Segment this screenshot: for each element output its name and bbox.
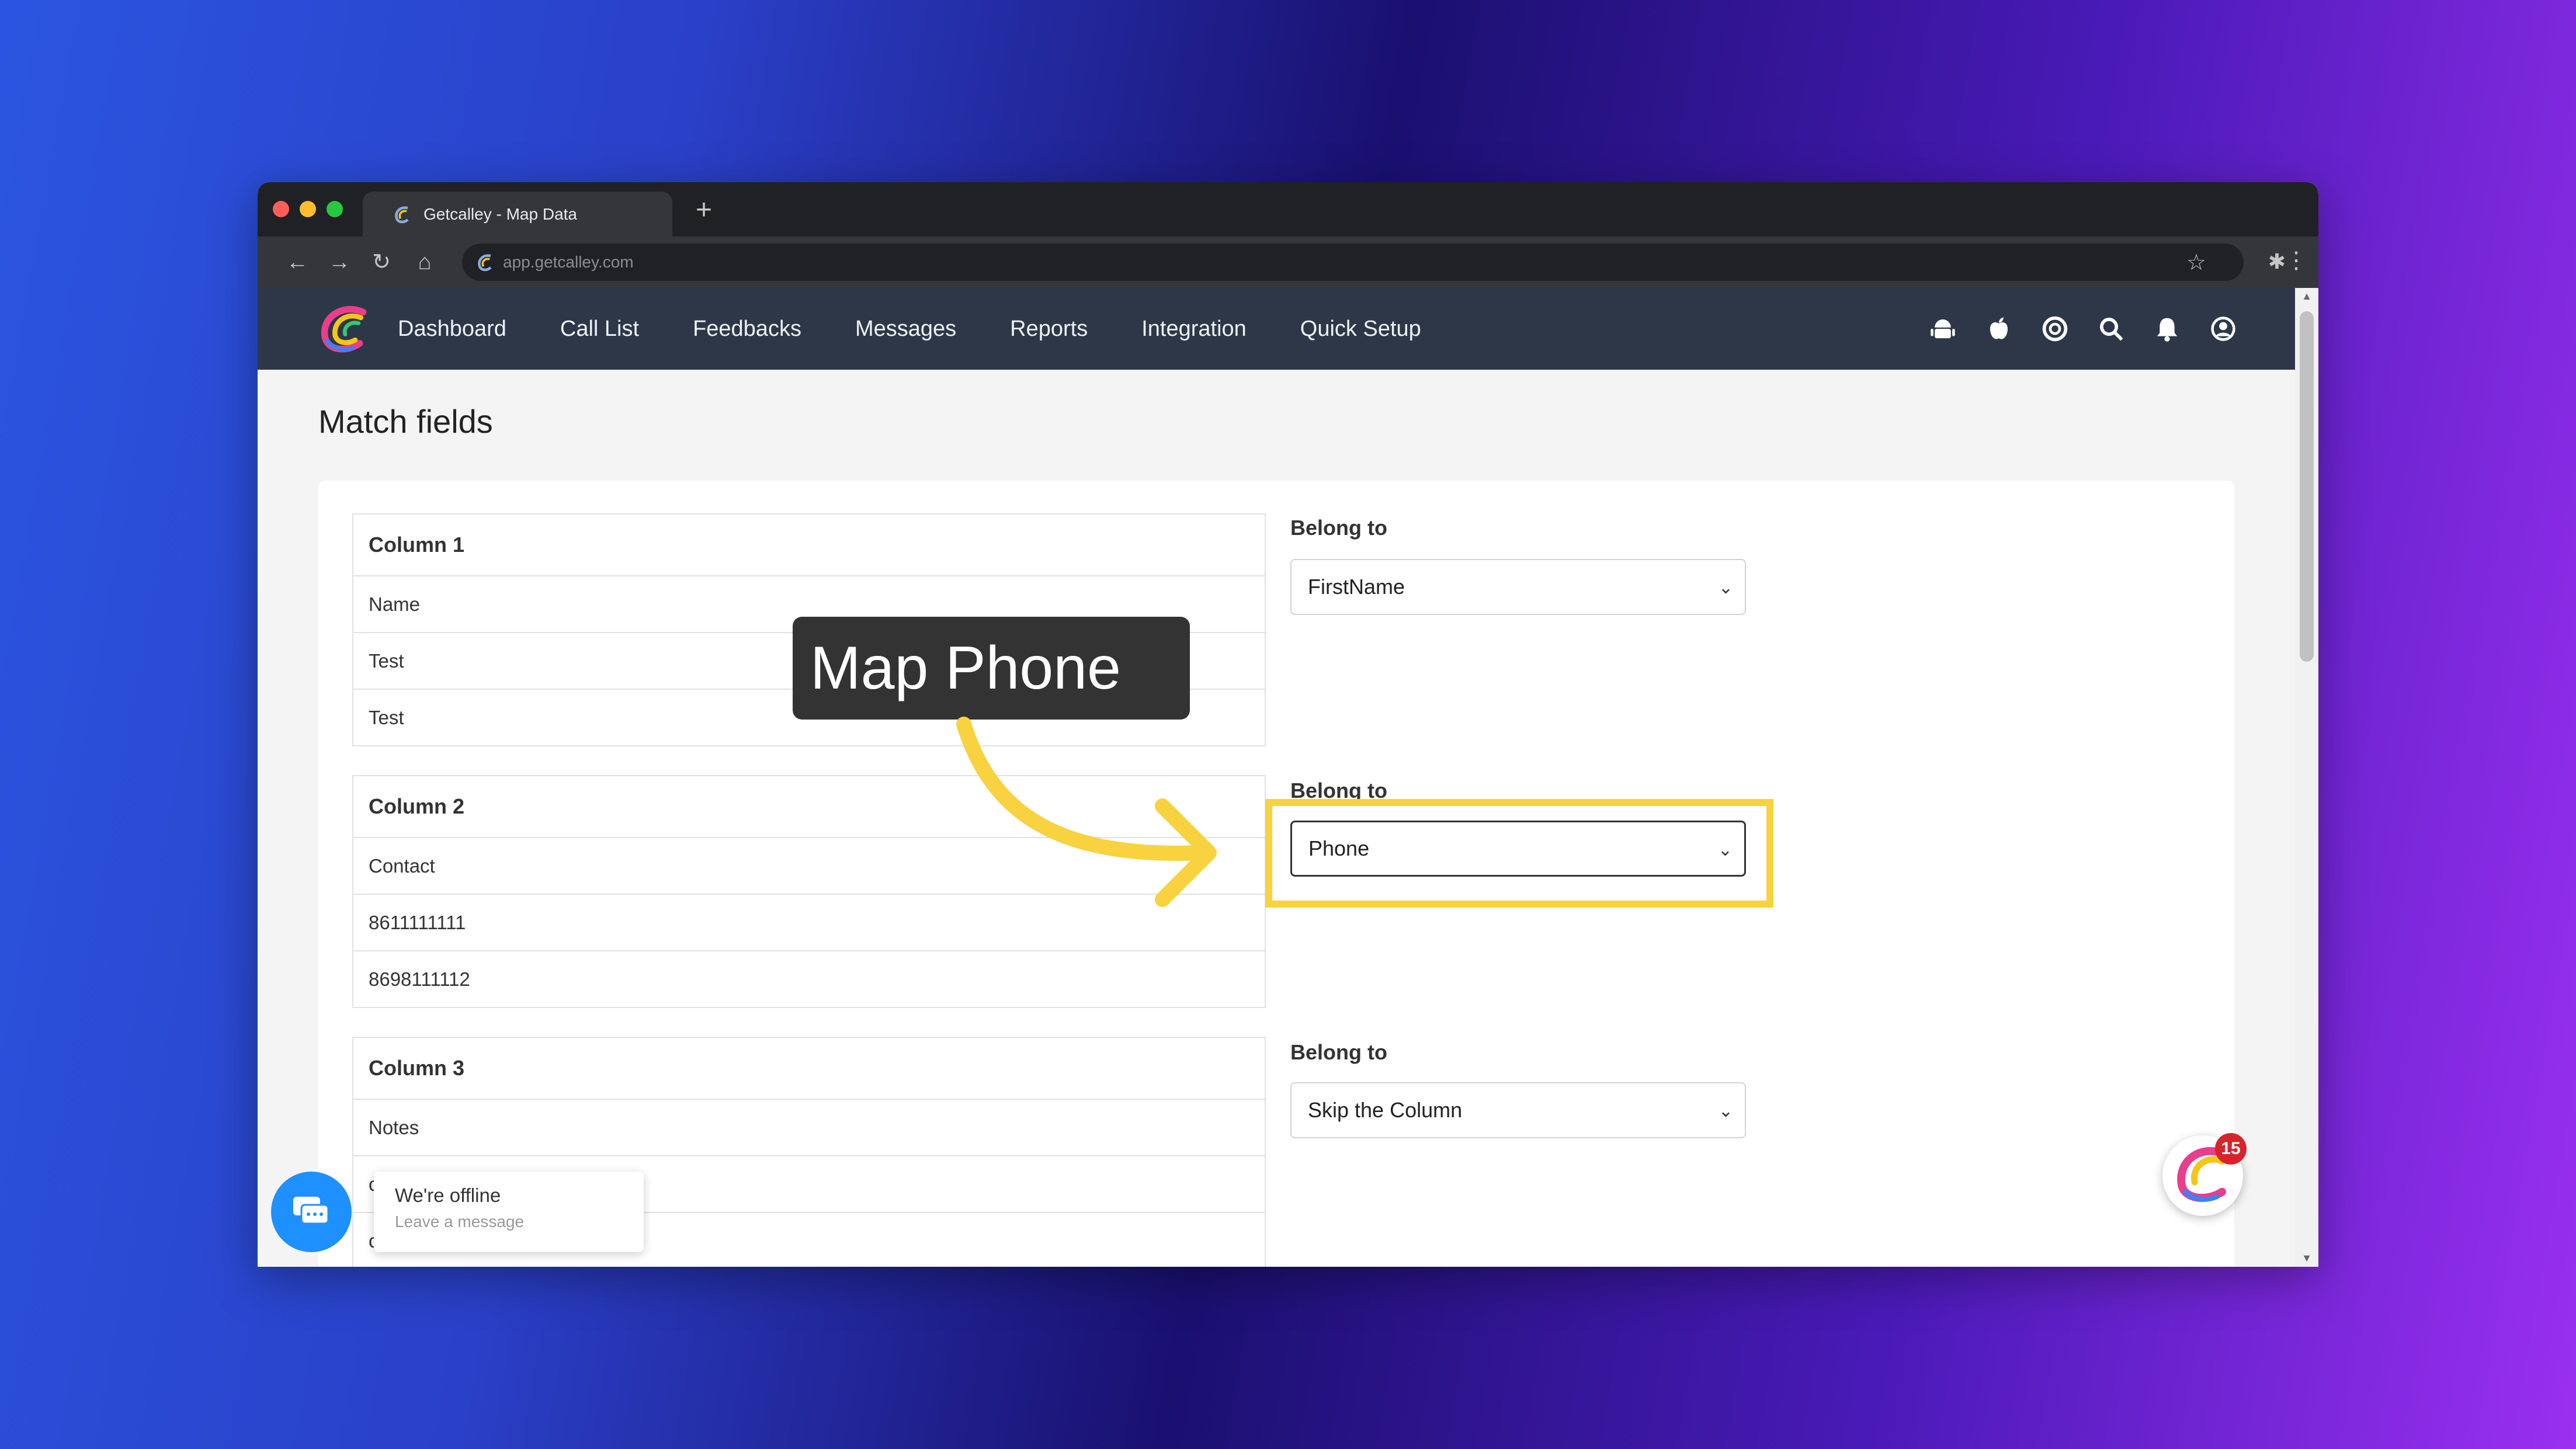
- nav-integration[interactable]: Integration: [1115, 317, 1273, 342]
- chat-bubble-icon: [293, 1197, 329, 1225]
- close-window-button[interactable]: [273, 201, 289, 217]
- chat-status-subtitle: Leave a message: [395, 1212, 525, 1231]
- scroll-down-icon[interactable]: ▼: [2301, 1252, 2313, 1264]
- android-icon[interactable]: [1929, 315, 1956, 342]
- forward-arrow-icon[interactable]: →: [327, 249, 352, 275]
- search-icon[interactable]: [2098, 315, 2124, 342]
- minimize-window-button[interactable]: [300, 201, 316, 217]
- tab-title: Getcalley - Map Data: [423, 204, 577, 223]
- column-cell: 8698111112: [353, 950, 1265, 1007]
- nav-dashboard[interactable]: Dashboard: [398, 317, 533, 342]
- nav-reports[interactable]: Reports: [983, 317, 1115, 342]
- nav-feedbacks[interactable]: Feedbacks: [666, 317, 828, 342]
- browser-toolbar: ← → ↻ ⌂ app.getcalley.com ☆ ✱ ⋮: [258, 237, 2318, 288]
- brand-logo[interactable]: [316, 304, 372, 355]
- selected-value: Skip the Column: [1308, 1098, 1463, 1122]
- site-favicon-icon: [478, 254, 492, 272]
- highlight-box: [1265, 799, 1773, 908]
- app-page: Dashboard Call List Feedbacks Messages R…: [258, 288, 2295, 1267]
- bookmark-star-icon[interactable]: ☆: [2186, 249, 2206, 276]
- chat-status-title: We're offline: [395, 1184, 501, 1206]
- nav-quick-setup[interactable]: Quick Setup: [1273, 317, 1448, 342]
- browser-menu-icon[interactable]: ⋮: [2285, 247, 2308, 274]
- app-navbar: Dashboard Call List Feedbacks Messages R…: [258, 288, 2295, 370]
- address-bar[interactable]: app.getcalley.com ☆: [462, 244, 2244, 281]
- tab-bar: Getcalley - Map Data +: [258, 182, 2318, 237]
- nav-messages[interactable]: Messages: [828, 317, 983, 342]
- home-icon[interactable]: ⌂: [412, 249, 438, 275]
- user-account-icon[interactable]: [2210, 315, 2237, 342]
- notification-count-badge: 15: [2215, 1133, 2247, 1165]
- chat-button[interactable]: [271, 1172, 352, 1252]
- selected-value: FirstName: [1308, 575, 1405, 599]
- curved-arrow-icon: [956, 717, 1217, 907]
- page-scrollbar[interactable]: ▲ ▼: [2295, 288, 2318, 1267]
- nav-icons: [1929, 288, 2237, 370]
- chevron-down-icon: ⌄: [1718, 1101, 1733, 1121]
- chevron-down-icon: ⌄: [1718, 578, 1733, 597]
- chat-offline-popup[interactable]: We're offline Leave a message: [374, 1172, 644, 1252]
- reload-icon[interactable]: ↻: [369, 249, 394, 275]
- apple-icon[interactable]: [1985, 315, 2012, 342]
- column-3-field-select[interactable]: Skip the Column ⌄: [1290, 1082, 1746, 1138]
- scroll-thumb[interactable]: [2300, 311, 2314, 662]
- back-arrow-icon[interactable]: ←: [284, 249, 310, 275]
- scroll-up-icon[interactable]: ▲: [2301, 290, 2313, 303]
- getcalley-logo-icon: [395, 206, 409, 223]
- column-header: Column 1: [369, 533, 465, 557]
- url-text: app.getcalley.com: [503, 253, 634, 271]
- column-header: Column 3: [369, 1056, 465, 1080]
- browser-window: Getcalley - Map Data + ← → ↻ ⌂ app.getca…: [258, 182, 2318, 1267]
- column-cell: Notes: [353, 1099, 1265, 1155]
- belong-to-label: Belong to: [1290, 516, 1387, 540]
- belong-to-label: Belong to: [1290, 1040, 1387, 1064]
- page-title: Match fields: [318, 403, 493, 440]
- column-1-field-select[interactable]: FirstName ⌄: [1290, 559, 1746, 615]
- support-lifebuoy-icon[interactable]: [2042, 315, 2068, 342]
- extensions-puzzle-icon[interactable]: ✱: [2268, 249, 2286, 274]
- nav-menu: Dashboard Call List Feedbacks Messages R…: [398, 288, 1448, 370]
- new-tab-button[interactable]: +: [696, 193, 712, 228]
- browser-tab[interactable]: Getcalley - Map Data: [363, 192, 672, 237]
- window-controls: [273, 201, 343, 217]
- nav-call-list[interactable]: Call List: [533, 317, 666, 342]
- notification-bell-icon[interactable]: [2154, 315, 2181, 342]
- maximize-window-button[interactable]: [327, 201, 343, 217]
- instruction-tooltip: Map Phone: [793, 617, 1190, 720]
